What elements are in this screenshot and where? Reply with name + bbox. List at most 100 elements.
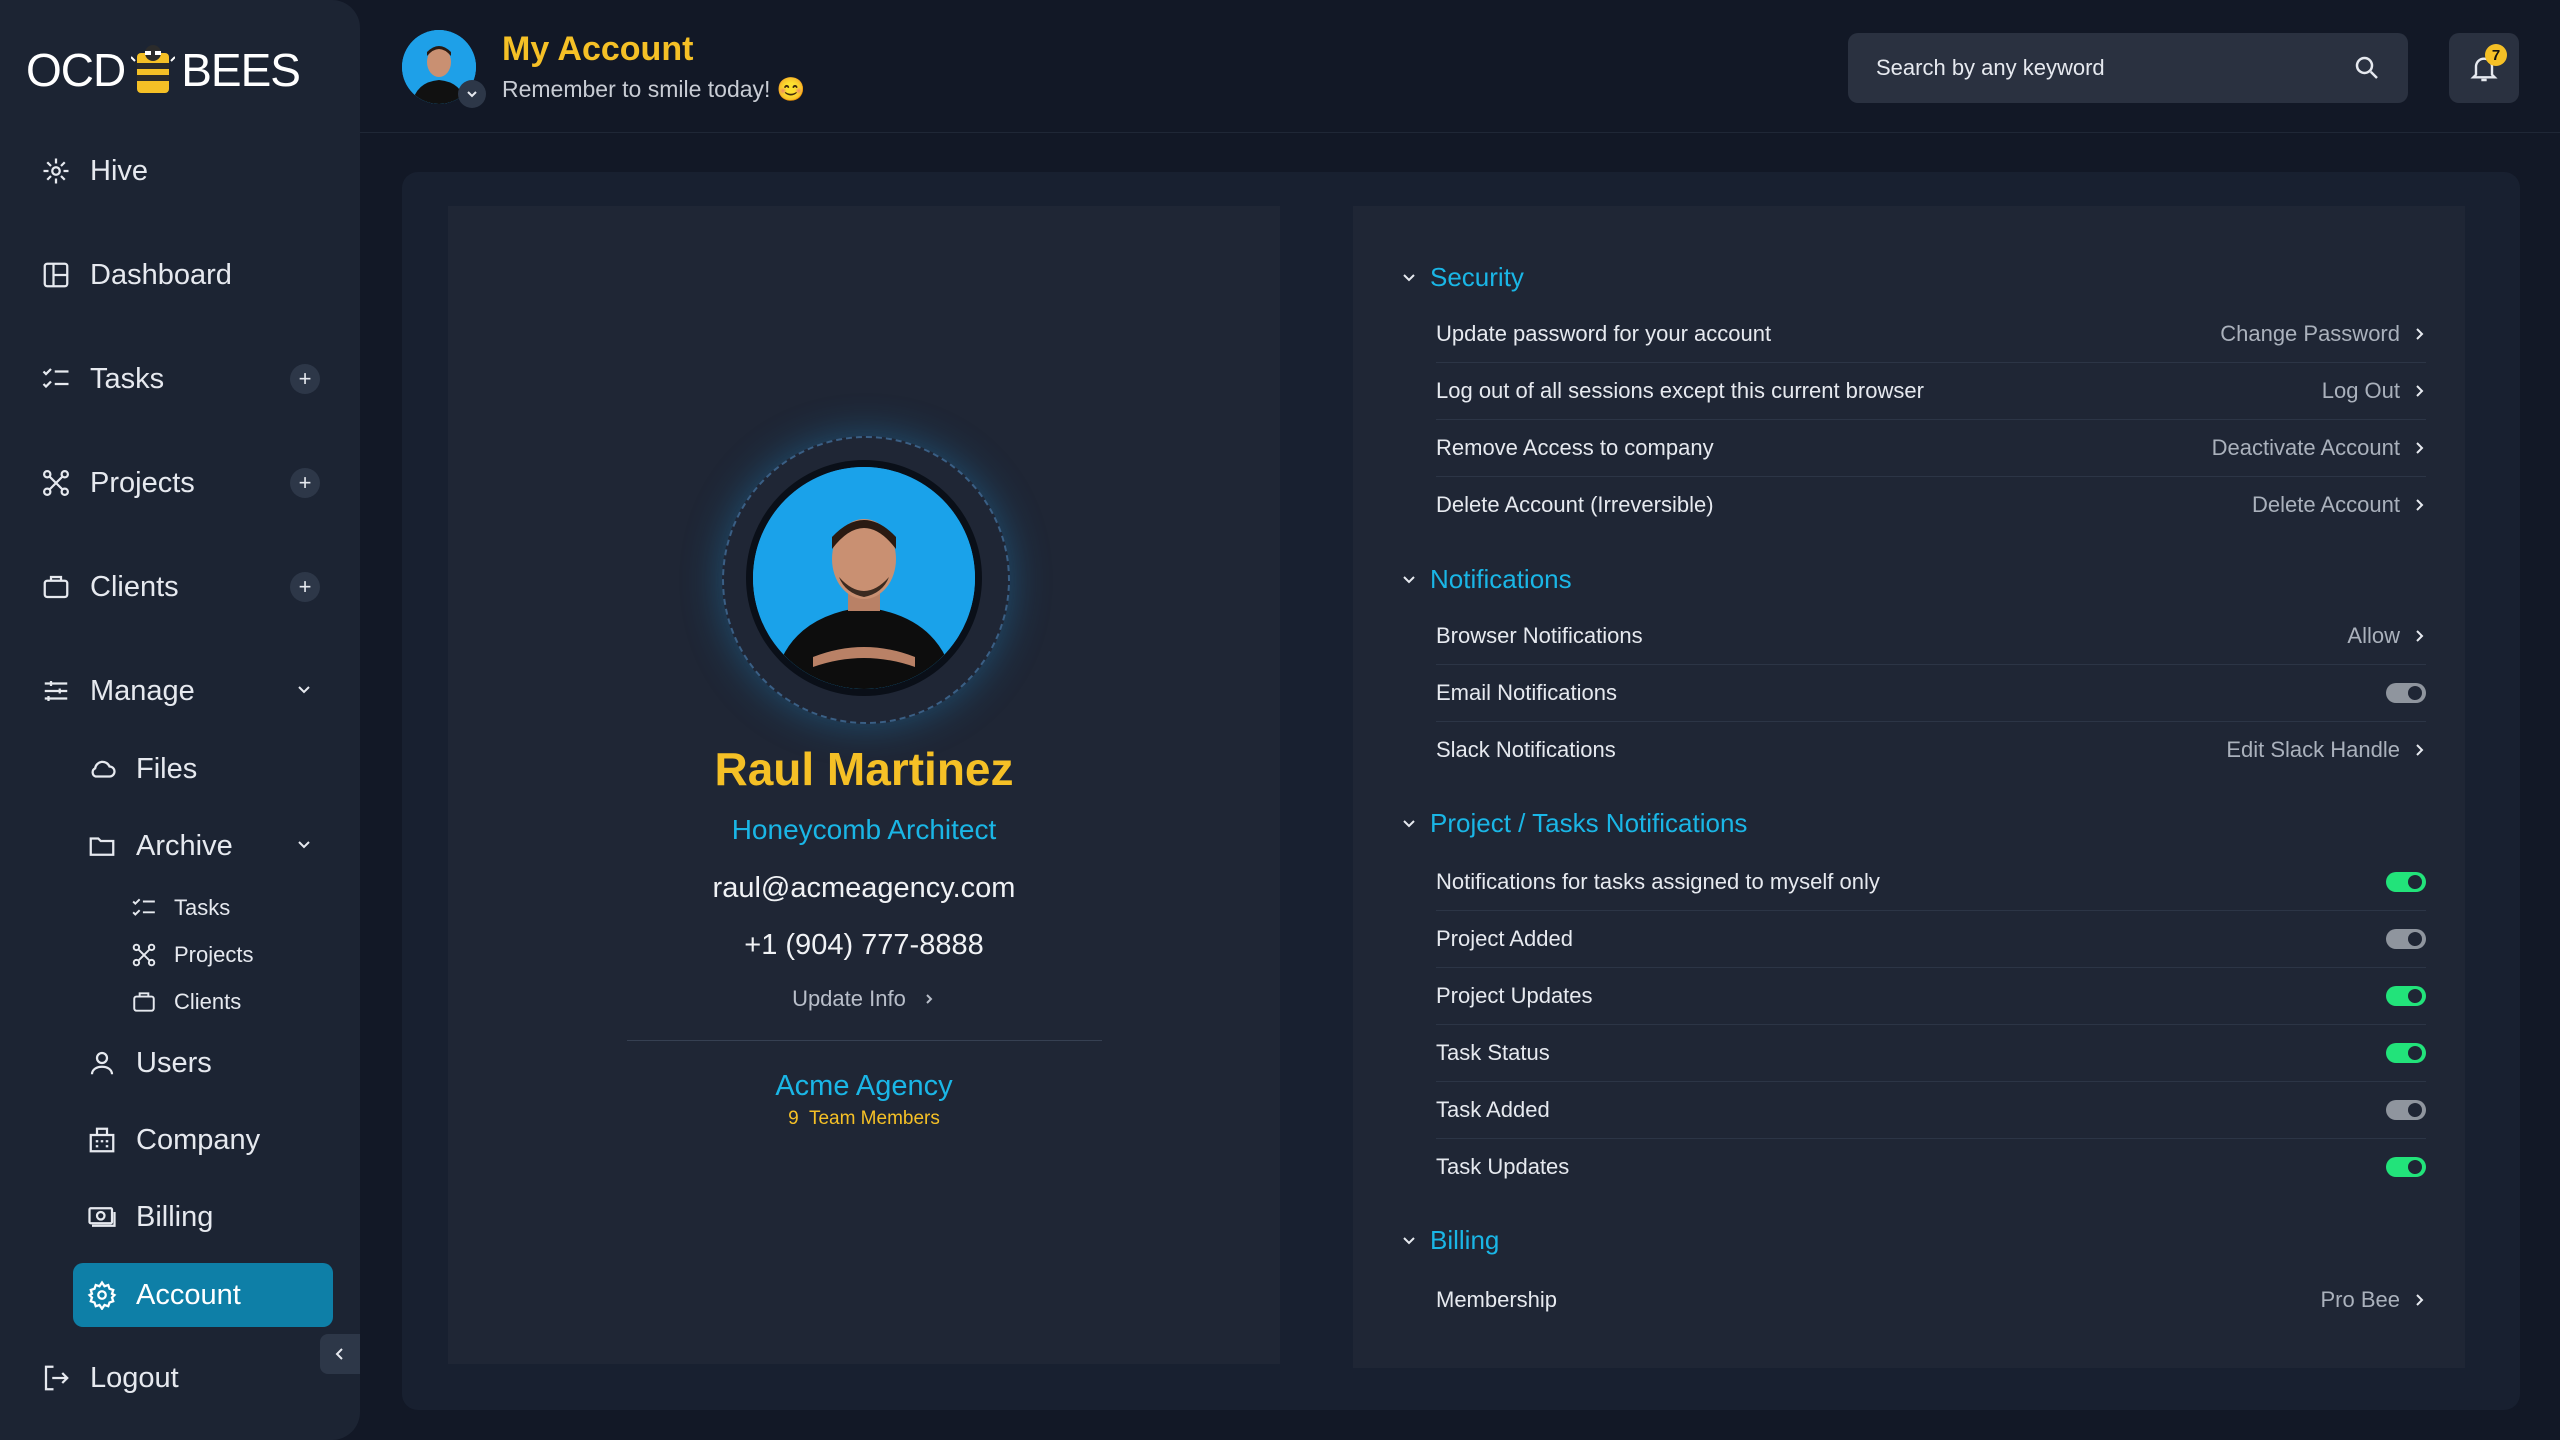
profile-avatar[interactable] [746,460,982,696]
plus-icon: + [298,366,312,391]
email-notifications-toggle[interactable] [2386,683,2426,703]
setting-label: Task Updates [1436,1154,1570,1179]
profile-divider [627,1040,1102,1041]
setting-label: Browser Notifications [1436,623,1643,648]
nav-users[interactable]: Users [86,1038,212,1088]
setting-row[interactable]: Project Updates [1436,968,2426,1025]
nav-dashboard-label: Dashboard [90,258,232,291]
delete-account-link[interactable]: Delete Account [2252,492,2426,518]
gear-icon [86,1279,118,1311]
section-security[interactable]: Security [1400,262,1524,293]
setting-row[interactable]: Project Added [1436,911,2426,968]
archive-projects[interactable]: Projects [130,935,253,975]
setting-row[interactable]: Delete Account (Irreversible) Delete Acc… [1436,477,2426,533]
profile-phone: +1 (904) 777-8888 [744,929,984,961]
chevron-right-icon [2416,630,2424,642]
setting-row[interactable]: Browser Notifications Allow [1436,608,2426,665]
logo-text-right: BEES [181,44,301,96]
nav-users-label: Users [136,1046,212,1079]
nav-files[interactable]: Files [86,744,197,794]
nav-company[interactable]: Company [86,1115,260,1165]
task-updates-toggle[interactable] [2386,1157,2426,1177]
setting-row[interactable]: Task Status [1436,1025,2426,1082]
setting-label: Update password for your account [1436,321,1772,346]
section-project-tasks-title: Project / Tasks Notifications [1430,808,1748,838]
archive-tasks[interactable]: Tasks [130,888,230,928]
add-client-button[interactable]: + [290,572,320,602]
nav-billing[interactable]: Billing [86,1192,213,1242]
action-label: Allow [2347,623,2400,648]
deactivate-account-link[interactable]: Deactivate Account [2212,435,2426,461]
tasks-icon [130,894,158,922]
setting-label: Slack Notifications [1436,737,1616,762]
setting-row[interactable]: Task Added [1436,1082,2426,1139]
setting-row[interactable]: Membership Pro Bee [1436,1272,2426,1328]
action-label: Delete Account [2252,492,2400,517]
dashboard-icon [40,259,72,291]
chevron-down-icon[interactable] [294,835,314,855]
task-status-toggle[interactable] [2386,1043,2426,1063]
archive-clients[interactable]: Clients [130,982,241,1022]
toggle-knob [2408,1160,2422,1174]
setting-row[interactable]: Email Notifications [1436,665,2426,722]
nav-files-label: Files [136,752,198,785]
toggle-knob [2408,875,2422,889]
setting-row[interactable]: Remove Access to company Deactivate Acco… [1436,420,2426,477]
archive-projects-label: Projects [174,942,254,967]
section-billing[interactable]: Billing [1400,1225,1499,1256]
nav-manage[interactable]: Manage [40,666,195,716]
chevron-right-icon [2416,442,2424,454]
nav-account[interactable]: Account [86,1270,241,1320]
team-count: 9 [788,1108,799,1129]
setting-row[interactable]: Notifications for tasks assigned to myse… [1436,854,2426,911]
project-added-toggle[interactable] [2386,929,2426,949]
search-icon[interactable] [2352,53,2382,83]
add-task-button[interactable]: + [290,364,320,394]
setting-row[interactable]: Log out of all sessions except this curr… [1436,363,2426,420]
allow-notifications-link[interactable]: Allow [2347,623,2426,649]
clients-icon [130,988,158,1016]
add-project-button[interactable]: + [290,468,320,498]
nav-archive-label: Archive [136,829,233,862]
notifications-button[interactable] [2449,33,2519,103]
setting-label: Membership [1436,1287,1558,1312]
project-updates-toggle[interactable] [2386,986,2426,1006]
nav-company-label: Company [136,1123,261,1156]
setting-row[interactable]: Slack Notifications Edit Slack Handle [1436,722,2426,778]
edit-slack-handle-link[interactable]: Edit Slack Handle [2226,737,2426,763]
change-password-link[interactable]: Change Password [2220,321,2426,347]
setting-row[interactable]: Task Updates [1436,1139,2426,1195]
update-info-link[interactable]: Update Info [448,986,1280,1012]
nav-logout[interactable]: Logout [40,1353,179,1403]
app-logo[interactable]: OCD BEES [26,40,301,100]
nav-tasks-label: Tasks [90,362,165,395]
section-notifications-title: Notifications [1430,564,1572,594]
hive-icon [40,155,72,187]
search-bar[interactable] [1848,33,2408,103]
section-project-tasks[interactable]: Project / Tasks Notifications [1400,808,1747,839]
nav-manage-label: Manage [90,674,195,707]
company-name[interactable]: Acme Agency [448,1070,1280,1103]
nav-archive[interactable]: Archive [86,821,233,871]
nav-projects[interactable]: Projects [40,458,195,508]
projects-icon [130,941,158,969]
assigned-only-toggle[interactable] [2386,872,2426,892]
task-added-toggle[interactable] [2386,1100,2426,1120]
log-out-link[interactable]: Log Out [2322,378,2426,404]
folder-icon [86,830,118,862]
chevron-down-icon[interactable] [294,680,314,700]
toggle-knob [2408,989,2422,1003]
setting-label: Delete Account (Irreversible) [1436,492,1714,517]
nav-hive[interactable]: Hive [40,146,148,196]
cloud-icon [86,753,118,785]
toggle-knob [2408,932,2422,946]
section-notifications[interactable]: Notifications [1400,564,1572,595]
avatar-menu-chevron-icon[interactable] [458,80,486,108]
setting-row[interactable]: Update password for your account Change … [1436,306,2426,363]
nav-clients[interactable]: Clients [40,562,179,612]
action-label: Change Password [2220,321,2400,346]
search-input[interactable] [1874,54,2318,82]
membership-link[interactable]: Pro Bee [2321,1287,2427,1313]
collapse-sidebar-button[interactable] [320,1334,360,1374]
nav-dashboard[interactable]: Dashboard [40,250,232,300]
